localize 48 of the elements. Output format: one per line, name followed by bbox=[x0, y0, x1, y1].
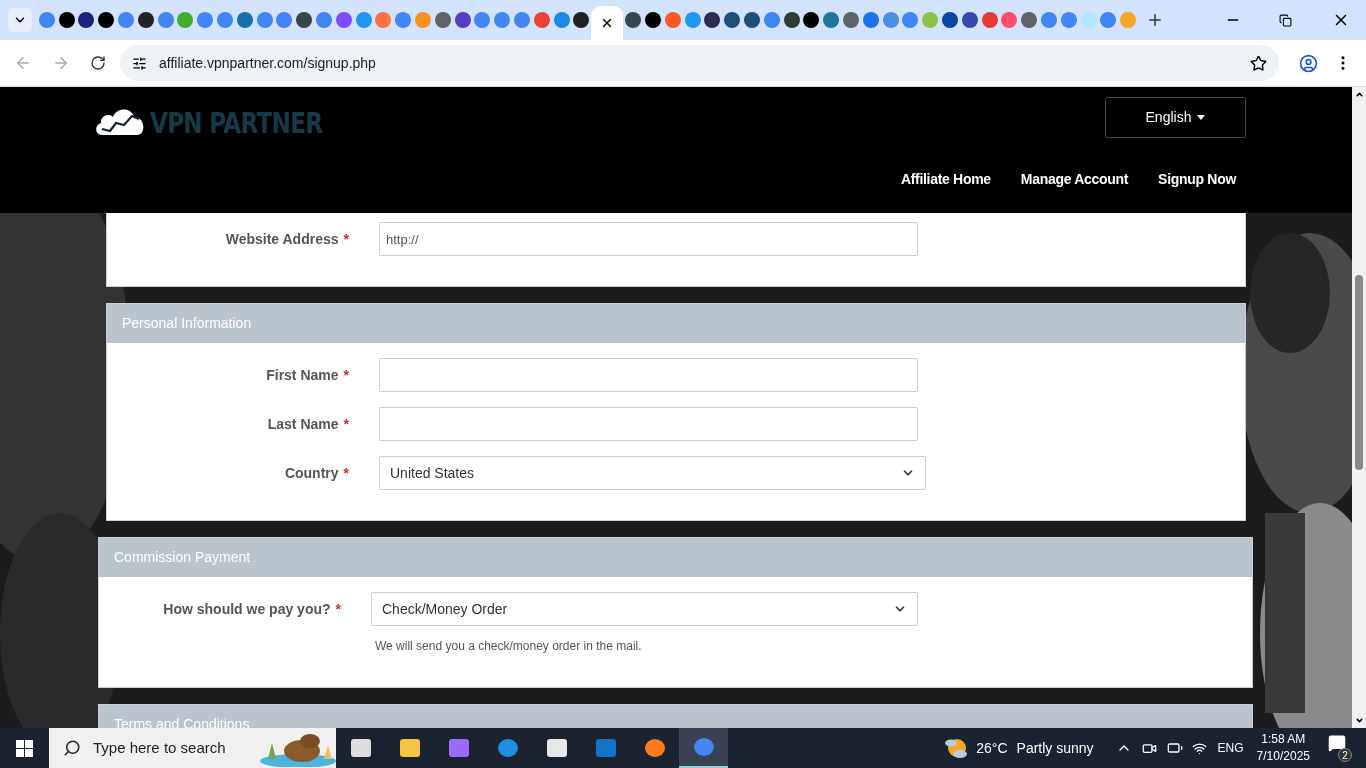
caret-icon bbox=[1197, 115, 1206, 120]
field-label: Last Name bbox=[267, 415, 339, 432]
scroll-thumb[interactable] bbox=[1355, 275, 1363, 470]
windows-start-icon[interactable] bbox=[16, 739, 33, 757]
notifications-icon[interactable] bbox=[1328, 734, 1346, 752]
tab-search-button[interactable] bbox=[8, 8, 32, 32]
select-field[interactable]: Check/Money Order bbox=[371, 592, 918, 626]
required-mark: * bbox=[343, 366, 349, 383]
bookmark-star-icon[interactable] bbox=[1250, 54, 1267, 72]
weather-icon bbox=[944, 737, 969, 759]
text-field[interactable] bbox=[379, 358, 918, 392]
wifi-icon[interactable] bbox=[1191, 740, 1207, 756]
scrollbar[interactable] bbox=[1352, 87, 1366, 728]
nav-link[interactable]: Manage Account bbox=[1020, 169, 1129, 190]
search-icon bbox=[63, 739, 81, 757]
nav-link[interactable]: Affiliate Home bbox=[900, 169, 991, 190]
help-text: We will send you a check/money order in the mail. bbox=[375, 639, 642, 653]
scroll-down-icon[interactable] bbox=[1354, 716, 1364, 725]
field-label: Website Address bbox=[225, 230, 339, 247]
panel-title: Personal Information bbox=[122, 314, 252, 333]
profile-icon[interactable] bbox=[1299, 53, 1318, 73]
scroll-up-icon[interactable] bbox=[1354, 90, 1364, 99]
restore-icon[interactable] bbox=[1279, 13, 1292, 27]
field-label: Country bbox=[284, 464, 339, 481]
text-field[interactable]: http:// bbox=[379, 222, 918, 256]
required-mark: * bbox=[343, 415, 349, 432]
panel-title: Commission Payment bbox=[114, 548, 251, 567]
reload-icon[interactable] bbox=[90, 55, 106, 71]
nav-link[interactable]: Signup Now bbox=[1158, 169, 1236, 190]
language-dropdown[interactable]: English bbox=[1105, 97, 1246, 138]
taskbar-search-field[interactable]: Type here to search bbox=[49, 728, 336, 768]
field-label: How should we pay you? bbox=[163, 600, 331, 617]
taskbar-app-icon[interactable] bbox=[679, 728, 728, 768]
battery-icon[interactable] bbox=[1166, 740, 1183, 756]
forecast-text: Partly sunny bbox=[1016, 738, 1094, 758]
required-mark: * bbox=[335, 600, 341, 617]
clock[interactable]: 1:58 AM 7/10/2025 bbox=[1256, 731, 1310, 765]
logo-text: VPN PARTNER bbox=[150, 105, 323, 141]
notification-count: 2 bbox=[1338, 748, 1352, 762]
language-indicator[interactable]: ENG bbox=[1217, 739, 1244, 757]
required-mark: * bbox=[343, 230, 349, 247]
select-field[interactable]: United States bbox=[379, 456, 926, 490]
temperature-text: 26°C bbox=[976, 738, 1008, 758]
field-label: First Name bbox=[266, 366, 339, 383]
address-bar[interactable]: affiliate.vpnpartner.com/signup.php bbox=[120, 45, 1279, 81]
site-settings-icon[interactable] bbox=[132, 55, 147, 71]
text-field[interactable] bbox=[379, 407, 918, 441]
required-mark: * bbox=[343, 464, 349, 481]
